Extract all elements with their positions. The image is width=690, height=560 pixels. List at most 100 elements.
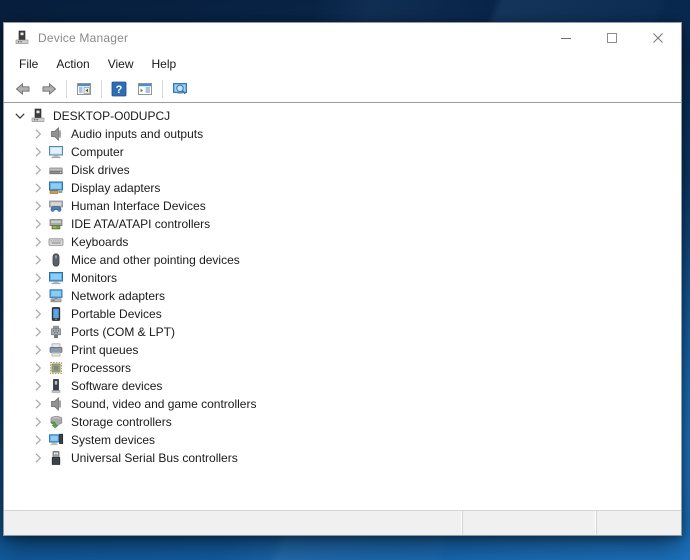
serial-port-icon — [48, 324, 64, 340]
tree-item-universal-serial-bus-controllers[interactable]: Universal Serial Bus controllers — [4, 449, 681, 467]
tree-item-network-adapters[interactable]: Network adapters — [4, 287, 681, 305]
tree-item-label: Sound, video and game controllers — [69, 396, 258, 412]
device-manager-icon — [14, 30, 30, 46]
maximize-icon — [604, 30, 620, 46]
tree-item-label: Storage controllers — [69, 414, 174, 430]
chevron-right-icon[interactable] — [30, 126, 46, 142]
tree-item-label: Mice and other pointing devices — [69, 252, 242, 268]
tree-item-label: Computer — [69, 144, 126, 160]
disk-drive-icon — [48, 162, 64, 178]
window-title: Device Manager — [38, 31, 128, 45]
display-adapter-icon — [48, 180, 64, 196]
chevron-right-icon[interactable] — [30, 234, 46, 250]
tree-item-sound-video-and-game-controllers[interactable]: Sound, video and game controllers — [4, 395, 681, 413]
tree-item-label: Portable Devices — [69, 306, 164, 322]
menubar: FileActionViewHelp — [4, 53, 681, 76]
chevron-right-icon[interactable] — [30, 162, 46, 178]
chevron-right-icon[interactable] — [30, 342, 46, 358]
computer-icon — [30, 108, 46, 124]
tree-item-label: System devices — [69, 432, 157, 448]
titlebar: Device Manager — [4, 23, 681, 53]
chevron-right-icon[interactable] — [30, 324, 46, 340]
tree-item-keyboards[interactable]: Keyboards — [4, 233, 681, 251]
show-action-pane-icon — [137, 81, 153, 97]
tree-item-label: Human Interface Devices — [69, 198, 208, 214]
monitor-icon — [48, 144, 64, 160]
software-device-icon — [48, 378, 64, 394]
processor-icon — [48, 360, 64, 376]
tree-item-portable-devices[interactable]: Portable Devices — [4, 305, 681, 323]
tree-item-label: Ports (COM & LPT) — [69, 324, 177, 340]
chevron-right-icon[interactable] — [30, 216, 46, 232]
minimize-button[interactable] — [543, 23, 589, 53]
device-manager-window: Device Manager FileActionViewHelp ? DESK… — [3, 22, 682, 536]
ide-controller-icon — [48, 216, 64, 232]
tree-item-monitors[interactable]: Monitors — [4, 269, 681, 287]
tree-item-display-adapters[interactable]: Display adapters — [4, 179, 681, 197]
chevron-right-icon[interactable] — [30, 450, 46, 466]
chevron-right-icon[interactable] — [30, 252, 46, 268]
close-icon — [650, 30, 666, 46]
scan-hardware-changes-button[interactable] — [168, 78, 192, 100]
tree-item-human-interface-devices[interactable]: Human Interface Devices — [4, 197, 681, 215]
tree-item-audio-inputs-and-outputs[interactable]: Audio inputs and outputs — [4, 125, 681, 143]
show-console-tree-icon — [76, 81, 92, 97]
chevron-right-icon[interactable] — [30, 360, 46, 376]
show-console-tree-button[interactable] — [72, 78, 96, 100]
tree-item-storage-controllers[interactable]: Storage controllers — [4, 413, 681, 431]
tree-item-ide-ata-atapi-controllers[interactable]: IDE ATA/ATAPI controllers — [4, 215, 681, 233]
tree-item-computer[interactable]: Computer — [4, 143, 681, 161]
tree-item-label: Disk drives — [69, 162, 132, 178]
tree-item-label: Network adapters — [69, 288, 167, 304]
help-button[interactable]: ? — [107, 78, 131, 100]
menu-file[interactable]: File — [10, 54, 47, 75]
minimize-icon — [558, 30, 574, 46]
close-button[interactable] — [635, 23, 681, 53]
status-section-mid — [463, 511, 597, 535]
tree-item-computer-root[interactable]: DESKTOP-O0DUPCJ — [4, 107, 681, 125]
chevron-right-icon[interactable] — [30, 414, 46, 430]
storage-controller-icon — [48, 414, 64, 430]
chevron-down-icon[interactable] — [12, 108, 28, 124]
maximize-button[interactable] — [589, 23, 635, 53]
toolbar: ? — [4, 76, 681, 102]
menu-help[interactable]: Help — [143, 54, 186, 75]
chevron-right-icon[interactable] — [30, 306, 46, 322]
tree-item-mice-and-other-pointing-devices[interactable]: Mice and other pointing devices — [4, 251, 681, 269]
toolbar-separator — [66, 80, 67, 98]
chevron-right-icon[interactable] — [30, 144, 46, 160]
keyboard-icon — [48, 234, 64, 250]
tree-item-label: DESKTOP-O0DUPCJ — [51, 108, 172, 124]
menu-action[interactable]: Action — [47, 54, 98, 75]
speaker-icon — [48, 396, 64, 412]
tree-item-label: Print queues — [69, 342, 140, 358]
statusbar — [4, 510, 681, 535]
tree-item-processors[interactable]: Processors — [4, 359, 681, 377]
chevron-right-icon[interactable] — [30, 270, 46, 286]
back-button[interactable] — [11, 78, 35, 100]
caption-buttons — [543, 23, 681, 53]
device-tree-panel[interactable]: DESKTOP-O0DUPCJAudio inputs and outputsC… — [4, 102, 681, 510]
menu-view[interactable]: View — [99, 54, 143, 75]
tree-item-label: Display adapters — [69, 180, 162, 196]
chevron-right-icon[interactable] — [30, 396, 46, 412]
show-action-pane-button[interactable] — [133, 78, 157, 100]
forward-button[interactable] — [37, 78, 61, 100]
svg-text:?: ? — [116, 84, 123, 96]
tree-item-software-devices[interactable]: Software devices — [4, 377, 681, 395]
chevron-right-icon[interactable] — [30, 378, 46, 394]
tree-item-label: Universal Serial Bus controllers — [69, 450, 240, 466]
chevron-right-icon[interactable] — [30, 432, 46, 448]
mouse-icon — [48, 252, 64, 268]
chevron-right-icon[interactable] — [30, 198, 46, 214]
back-icon — [15, 81, 31, 97]
toolbar-separator — [162, 80, 163, 98]
status-section-right — [597, 511, 681, 535]
tree-item-ports-com-lpt[interactable]: Ports (COM & LPT) — [4, 323, 681, 341]
chevron-right-icon[interactable] — [30, 288, 46, 304]
tree-item-disk-drives[interactable]: Disk drives — [4, 161, 681, 179]
chevron-right-icon[interactable] — [30, 180, 46, 196]
tree-item-print-queues[interactable]: Print queues — [4, 341, 681, 359]
toolbar-separator — [101, 80, 102, 98]
tree-item-system-devices[interactable]: System devices — [4, 431, 681, 449]
